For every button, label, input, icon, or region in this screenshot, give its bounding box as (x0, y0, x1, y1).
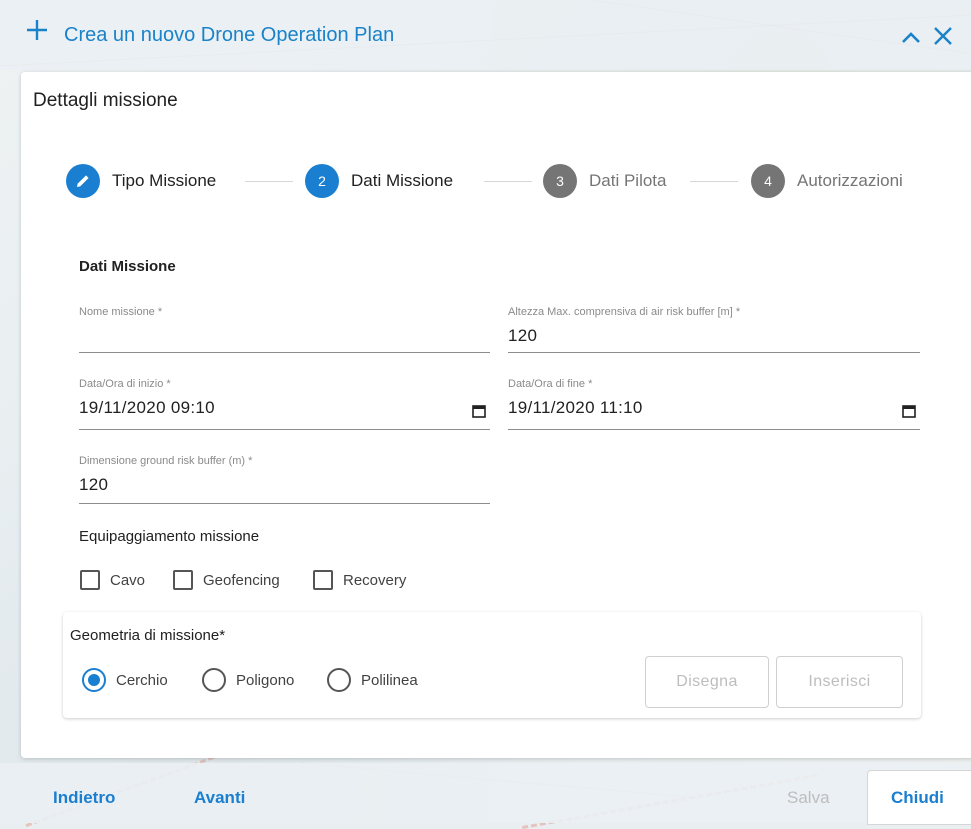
step-label: Tipo Missione (112, 171, 217, 190)
step-label: Autorizzazioni (797, 171, 903, 190)
field-label: Data/Ora di inizio * (79, 378, 171, 390)
step-connector (690, 181, 738, 182)
avanti-button[interactable]: Avanti (194, 788, 245, 808)
disegna-button[interactable]: Disegna (645, 656, 769, 708)
radio-label: Cerchio (116, 671, 168, 689)
field-label: Data/Ora di fine * (508, 378, 593, 390)
indietro-button[interactable]: Indietro (53, 788, 115, 808)
step-connector (484, 181, 532, 182)
calendar-icon[interactable] (902, 404, 916, 418)
geometria-card: Geometria di missione* Cerchio Poligono … (63, 612, 921, 718)
step-number: 2 (305, 164, 339, 198)
step-connector (245, 181, 293, 182)
checkbox-label: Cavo (110, 571, 146, 589)
equipaggiamento-label: Equipaggiamento missione (79, 528, 260, 545)
nome-missione-field[interactable]: Nome missione * (79, 306, 490, 353)
ground-buffer-field[interactable]: Dimensione ground risk buffer (m) * 120 (79, 455, 490, 504)
checkbox-label: Geofencing (203, 571, 280, 589)
salva-button[interactable]: Salva (787, 788, 830, 808)
step-dati-pilota[interactable]: 3 Dati Pilota (543, 164, 666, 198)
checkbox-geofencing[interactable]: Geofencing (173, 570, 280, 590)
radio-poligono[interactable]: Poligono (202, 668, 294, 692)
checkbox-recovery[interactable]: Recovery (313, 570, 406, 590)
altezza-max-field[interactable]: Altezza Max. comprensiva di air risk buf… (508, 306, 920, 353)
close-icon[interactable] (932, 25, 954, 47)
step-label: Dati Pilota (589, 171, 667, 190)
chiudi-button[interactable]: Chiudi (891, 788, 944, 808)
step-dati-missione[interactable]: 2 Dati Missione (305, 164, 453, 198)
field-label: Nome missione * (79, 306, 163, 318)
calendar-icon[interactable] (472, 404, 486, 418)
data-inizio-input[interactable]: 19/11/2020 09:10 (79, 398, 490, 420)
field-label: Dimensione ground risk buffer (m) * (79, 455, 253, 467)
step-tipo-missione[interactable]: Tipo Missione (66, 164, 216, 198)
step-label: Dati Missione (351, 171, 454, 190)
radio-cerchio[interactable]: Cerchio (82, 668, 168, 692)
checkbox-box[interactable] (80, 570, 100, 590)
radio-button[interactable] (327, 668, 351, 692)
card-title: Dettagli missione (33, 90, 178, 111)
step-number: 4 (751, 164, 785, 198)
geometria-label: Geometria di missione* (70, 627, 226, 644)
ground-buffer-input[interactable]: 120 (79, 475, 490, 497)
checkbox-box[interactable] (313, 570, 333, 590)
radio-polilinea[interactable]: Polilinea (327, 668, 418, 692)
field-label: Altezza Max. comprensiva di air risk buf… (508, 306, 741, 318)
nome-missione-input[interactable] (79, 326, 490, 348)
step-autorizzazioni[interactable]: 4 Autorizzazioni (751, 164, 903, 198)
data-fine-input[interactable]: 19/11/2020 11:10 (508, 398, 920, 420)
inserisci-button[interactable]: Inserisci (776, 656, 903, 708)
data-fine-field[interactable]: Data/Ora di fine * 19/11/2020 11:10 (508, 378, 920, 430)
radio-button[interactable] (82, 668, 106, 692)
radio-label: Poligono (236, 671, 295, 689)
data-inizio-field[interactable]: Data/Ora di inizio * 19/11/2020 09:10 (79, 378, 490, 430)
radio-button[interactable] (202, 668, 226, 692)
altezza-max-input[interactable]: 120 (508, 326, 920, 348)
step-number: 3 (543, 164, 577, 198)
plus-icon[interactable] (24, 17, 50, 43)
checkbox-box[interactable] (173, 570, 193, 590)
dialog-header: Crea un nuovo Drone Operation Plan (0, 0, 971, 70)
pencil-icon (66, 164, 100, 198)
checkbox-cavo[interactable]: Cavo (80, 570, 145, 590)
chevron-up-icon[interactable] (900, 30, 922, 44)
section-title: Dati Missione (79, 258, 176, 275)
dialog-title: Crea un nuovo Drone Operation Plan (64, 24, 395, 46)
radio-label: Polilinea (361, 671, 418, 689)
checkbox-label: Recovery (343, 571, 407, 589)
